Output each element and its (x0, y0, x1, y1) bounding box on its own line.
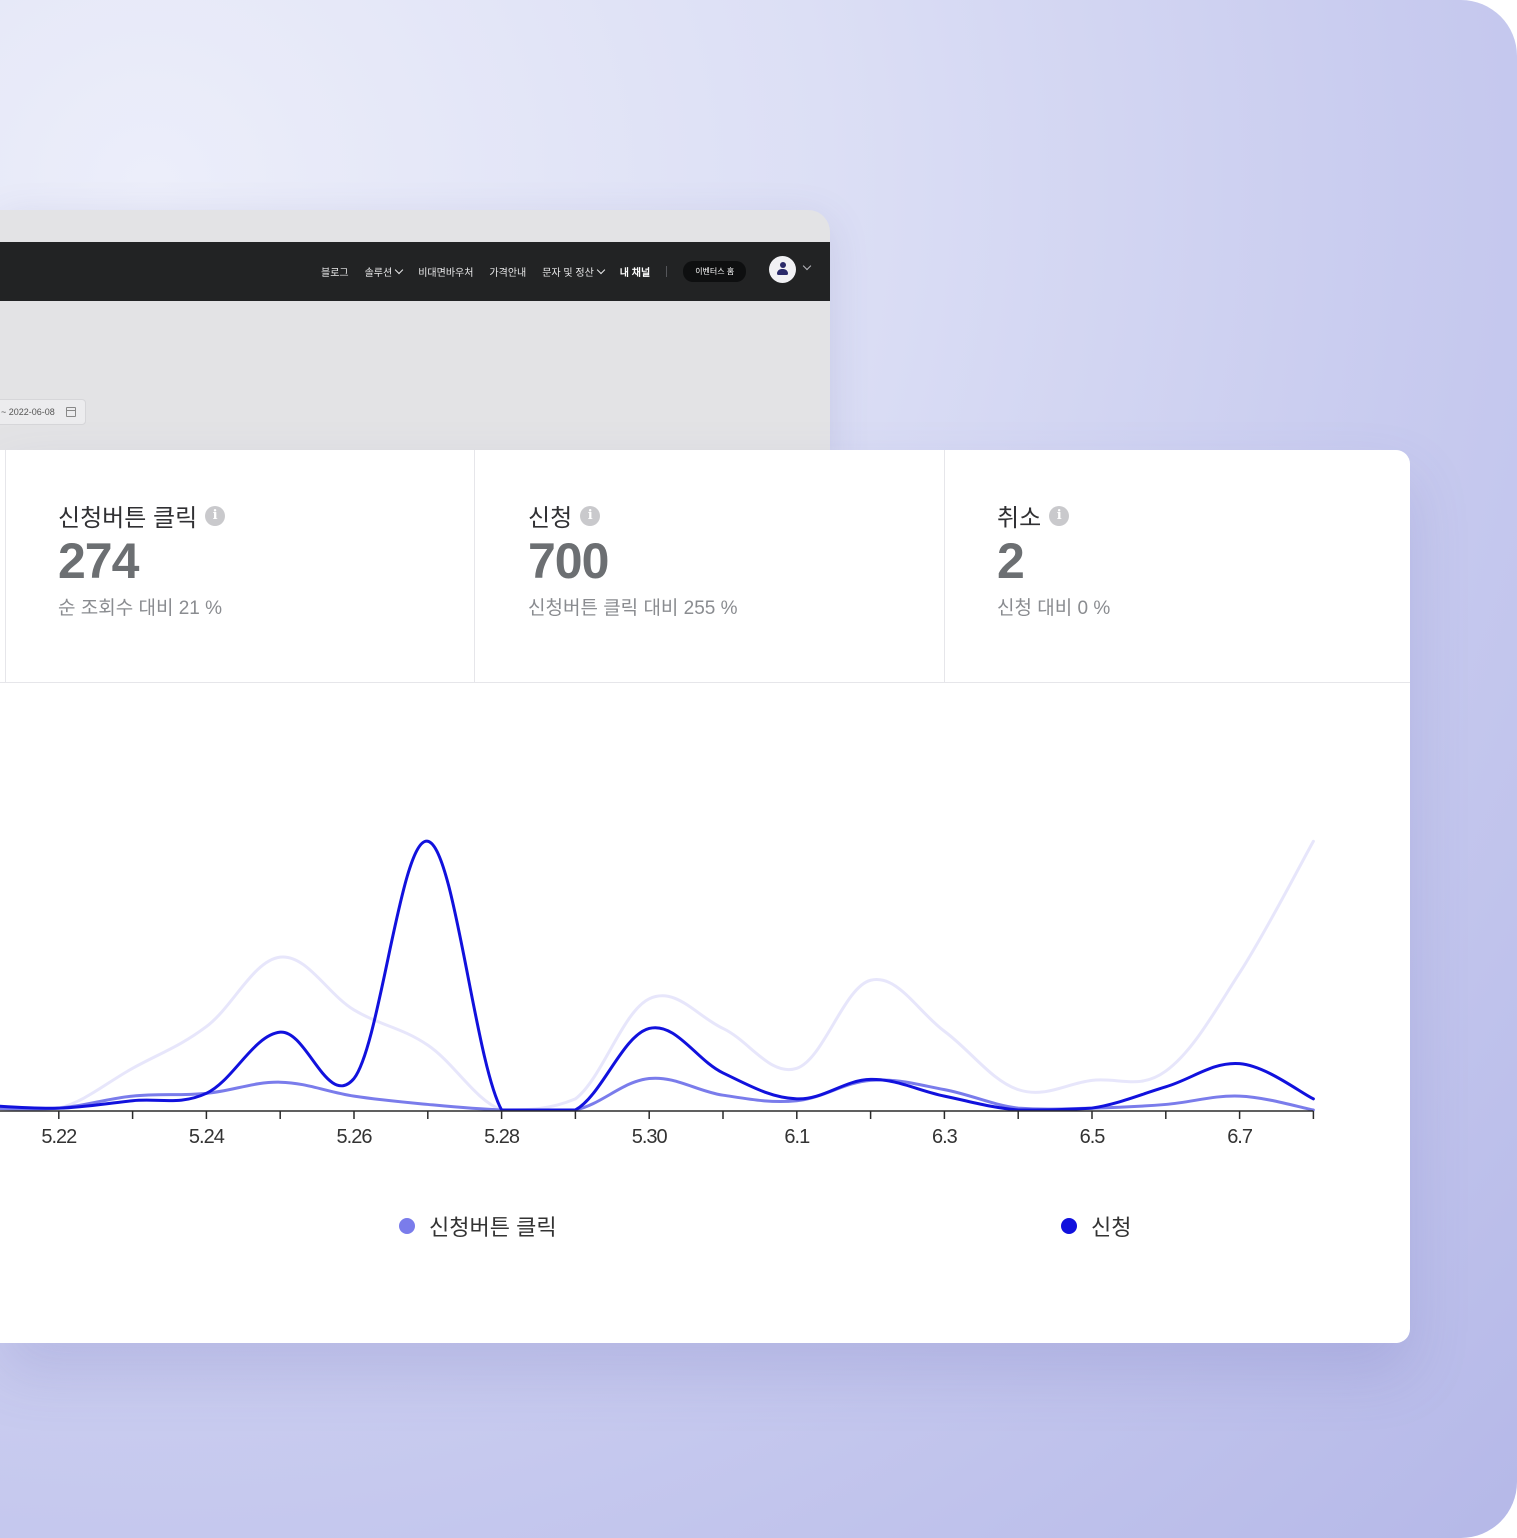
x-tick-label: 5.24 (189, 1126, 225, 1148)
background-canvas: 블로그 솔루션 비대면바우처 가격안내 문자 및 정산 내 채널 이벤터스 홈 … (0, 0, 1517, 1538)
legend-item-apply-click[interactable]: 신청버튼 클릭 (399, 1210, 557, 1242)
app-window: 블로그 솔루션 비대면바우처 가격안내 문자 및 정산 내 채널 이벤터스 홈 … (0, 210, 830, 470)
stat-label: 취소 (997, 505, 1042, 532)
nav-item-sms-settlement[interactable]: 문자 및 정산 (542, 264, 606, 279)
nav-item-pricing[interactable]: 가격안내 (489, 264, 526, 279)
stat-sub: 신청버튼 클릭 대비 255 % (528, 598, 738, 619)
legend-label: 신청버튼 클릭 (429, 1215, 557, 1240)
stat-label: 신청버튼 클릭 (58, 505, 198, 532)
stat-value: 2 (997, 533, 1025, 589)
stat-value: 274 (58, 533, 139, 589)
info-icon[interactable]: i (580, 505, 601, 526)
x-tick-label: 6.1 (784, 1126, 810, 1148)
stat-apply: 신청 i 700 신청버튼 클릭 대비 255 % (474, 450, 945, 682)
x-tick-label: 5.28 (484, 1126, 520, 1148)
nav-item-solution[interactable]: 솔루션 (365, 264, 404, 279)
chevron-down-icon (596, 265, 606, 275)
x-tick-label: 5.22 (41, 1126, 77, 1148)
legend-label: 신청 (1091, 1215, 1132, 1240)
date-range-end: ~ 2022-06-08 (1, 407, 55, 417)
info-icon[interactable]: i (205, 505, 226, 526)
line-chart: 5.22 5.24 5.26 5.28 5.30 6.1 6.3 6.5 6.7 (0, 839, 1315, 1148)
x-tick-label: 6.5 (1080, 1126, 1106, 1148)
stat-cancel: 취소 i 2 신청 대비 0 % (944, 450, 1410, 682)
series-line-2 (0, 839, 1315, 1112)
series-line-1 (0, 1076, 1315, 1112)
avatar[interactable] (769, 256, 796, 283)
legend-dot (1061, 1218, 1077, 1234)
home-button[interactable]: 이벤터스 홈 (683, 261, 747, 282)
calendar-icon[interactable] (66, 407, 76, 417)
nav-item-blog[interactable]: 블로그 (321, 264, 349, 279)
legend-item-apply[interactable]: 신청 (1061, 1210, 1131, 1242)
nav-divider (666, 266, 668, 277)
main-nav: 블로그 솔루션 비대면바우처 가격안내 문자 및 정산 내 채널 이벤터스 홈 (321, 242, 747, 301)
stat-value: 700 (528, 533, 609, 589)
info-icon[interactable]: i (1049, 505, 1070, 526)
legend-dot (399, 1218, 415, 1234)
series-line-0 (0, 839, 1315, 1112)
x-tick-label: 5.26 (337, 1126, 373, 1148)
stat-sub: 순 조회수 대비 21 % (58, 598, 223, 619)
x-tick-label: 6.3 (932, 1126, 958, 1148)
stats-row: 신청버튼 클릭 i 274 순 조회수 대비 21 % 신청 i 700 신청버… (0, 450, 1410, 683)
stats-card: 신청버튼 클릭 i 274 순 조회수 대비 21 % 신청 i 700 신청버… (0, 450, 1410, 1343)
user-icon (780, 262, 786, 268)
x-tick-label: 5.30 (632, 1126, 668, 1148)
stat-label: 신청 (528, 505, 573, 532)
stat-apply-click: 신청버튼 클릭 i 274 순 조회수 대비 21 % (5, 450, 475, 682)
nav-item-my-channel[interactable]: 내 채널 (620, 264, 650, 279)
chevron-down-icon (394, 265, 404, 275)
date-range-field[interactable]: ~ 2022-06-08 (0, 399, 86, 425)
top-nav-bar: 블로그 솔루션 비대면바우처 가격안내 문자 및 정산 내 채널 이벤터스 홈 (0, 242, 830, 301)
stat-sub: 신청 대비 0 % (997, 598, 1111, 619)
x-tick-label: 6.7 (1227, 1126, 1253, 1148)
nav-item-voucher[interactable]: 비대면바우처 (418, 264, 473, 279)
